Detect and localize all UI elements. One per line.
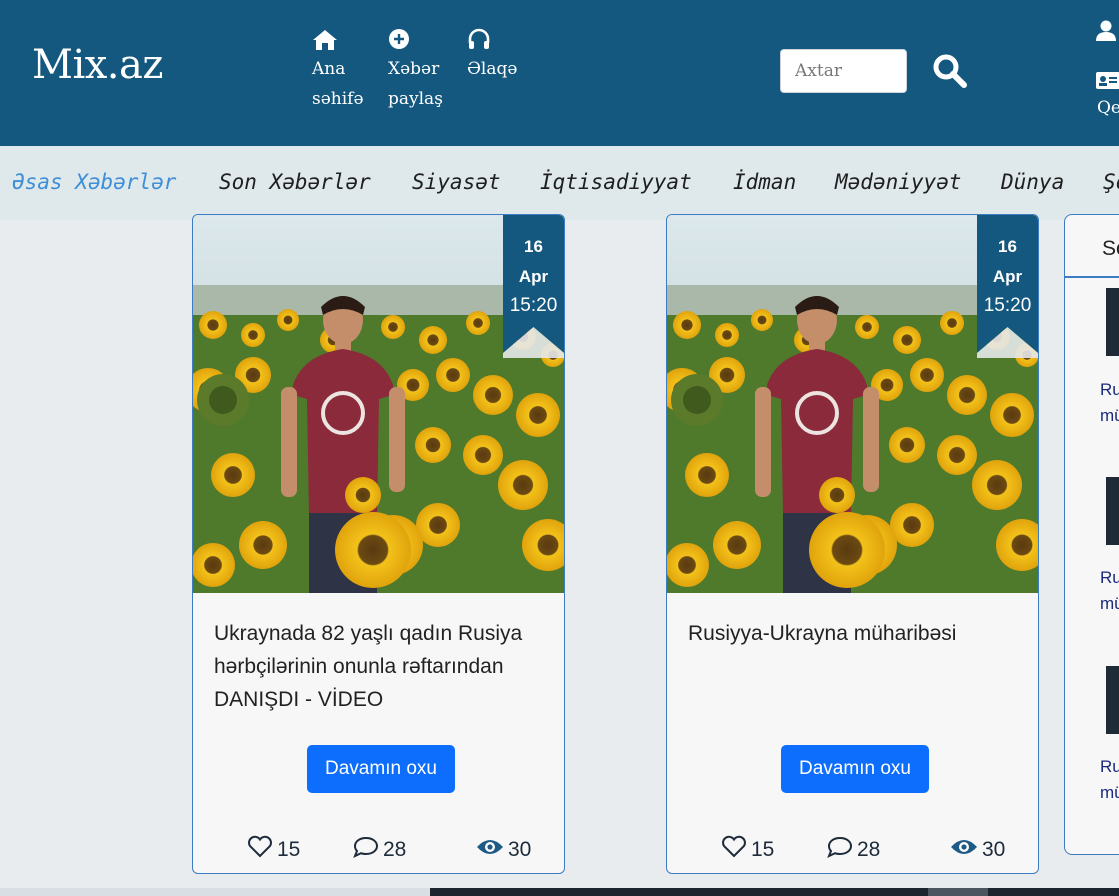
- category-bar: Əsas Xəbərlər Son Xəbərlər Siyasət İqtis…: [0, 146, 1119, 220]
- news-title[interactable]: Ukraynada 82 yaşlı qadın Rusiya hərbçilə…: [214, 617, 554, 716]
- like-count[interactable]: 15: [247, 835, 301, 865]
- eye-icon: [476, 835, 504, 865]
- view-count: 30: [950, 836, 1005, 864]
- heart-icon: [247, 835, 273, 865]
- search-icon[interactable]: [932, 53, 968, 89]
- category-latest-news[interactable]: Son Xəbərlər: [219, 170, 371, 194]
- nav-contact-label: Əlaqə: [467, 59, 518, 79]
- view-count: 30: [476, 836, 531, 864]
- nav-home[interactable]: Ana səhifə: [312, 28, 364, 114]
- category-sport[interactable]: İdman: [733, 170, 796, 194]
- user-menu-label[interactable]: Qe: [1097, 98, 1119, 118]
- like-count-value: 15: [277, 838, 301, 861]
- view-count-value: 30: [508, 838, 532, 861]
- date-time: 15:20: [509, 295, 558, 316]
- nav-share-news[interactable]: Xəbər paylaş: [388, 28, 443, 114]
- news-card: 16 Apr 15:20 Rusiyya-Ukrayna müharibəsi …: [666, 214, 1039, 874]
- nav-home-label: Ana səhifə: [312, 59, 364, 109]
- comment-icon: [827, 835, 853, 865]
- comment-count[interactable]: 28: [353, 836, 406, 864]
- horizontal-scrollbar[interactable]: [0, 888, 1119, 896]
- view-count-value: 30: [982, 838, 1006, 861]
- search-input[interactable]: [780, 49, 907, 93]
- nav-contact[interactable]: Əlaqə: [467, 28, 517, 84]
- eye-icon: [950, 835, 978, 865]
- scrollbar-thumb[interactable]: [928, 888, 988, 896]
- user-icon[interactable]: [1096, 20, 1116, 46]
- category-culture[interactable]: Mədəniyyət: [835, 170, 961, 194]
- date-ribbon: 16 Apr 15:20: [977, 215, 1038, 358]
- scrollbar-track: [0, 888, 430, 896]
- sidebar-item-text[interactable]: Ru mü: [1100, 754, 1119, 806]
- sidebar-item-text[interactable]: Ru mü: [1100, 377, 1119, 429]
- site-logo[interactable]: Mix.az: [32, 42, 163, 88]
- comment-count[interactable]: 28: [827, 836, 880, 864]
- date-day: 16: [998, 237, 1017, 256]
- like-count[interactable]: 15: [721, 835, 775, 865]
- date-month: Apr: [992, 267, 1023, 286]
- heart-icon: [721, 835, 747, 865]
- headphones-icon: [467, 28, 517, 54]
- id-card-icon[interactable]: [1096, 72, 1119, 93]
- sidebar-thumbnail[interactable]: [1106, 477, 1119, 545]
- news-title[interactable]: Rusiyya-Ukrayna müharibəsi: [688, 617, 1028, 650]
- news-card: 16 Apr 15:20 Ukraynada 82 yaşlı qadın Ru…: [192, 214, 565, 874]
- date-time: 15:20: [983, 295, 1032, 316]
- sidebar-divider: [1065, 276, 1119, 278]
- plus-circle-icon: [388, 28, 443, 54]
- comment-count-value: 28: [383, 838, 407, 861]
- read-more-button[interactable]: Davamın oxu: [307, 745, 455, 793]
- sidebar-thumbnail[interactable]: [1106, 666, 1119, 734]
- category-show[interactable]: Şo: [1103, 170, 1119, 194]
- sidebar-widget: So Ru mü Ru mü Ru mü: [1064, 214, 1119, 855]
- category-economy[interactable]: İqtisadiyyat: [540, 170, 692, 194]
- date-month: Apr: [518, 267, 549, 286]
- category-world[interactable]: Dünya: [1001, 170, 1064, 194]
- comment-icon: [353, 835, 379, 865]
- nav-share-label: Xəbər paylaş: [388, 59, 443, 109]
- sidebar-thumbnail[interactable]: [1106, 288, 1119, 356]
- date-day: 16: [524, 237, 543, 256]
- like-count-value: 15: [751, 838, 775, 861]
- sidebar-heading: So: [1102, 237, 1119, 260]
- home-icon: [312, 28, 364, 54]
- sidebar-item-text[interactable]: Ru mü: [1100, 565, 1119, 617]
- comment-count-value: 28: [857, 838, 881, 861]
- site-header: Mix.az Ana səhifə Xəbər paylaş Əlaqə Qe: [0, 0, 1119, 146]
- category-main-news[interactable]: Əsas Xəbərlər: [12, 170, 176, 194]
- date-ribbon: 16 Apr 15:20: [503, 215, 564, 358]
- category-politics[interactable]: Siyasət: [412, 170, 501, 194]
- read-more-button[interactable]: Davamın oxu: [781, 745, 929, 793]
